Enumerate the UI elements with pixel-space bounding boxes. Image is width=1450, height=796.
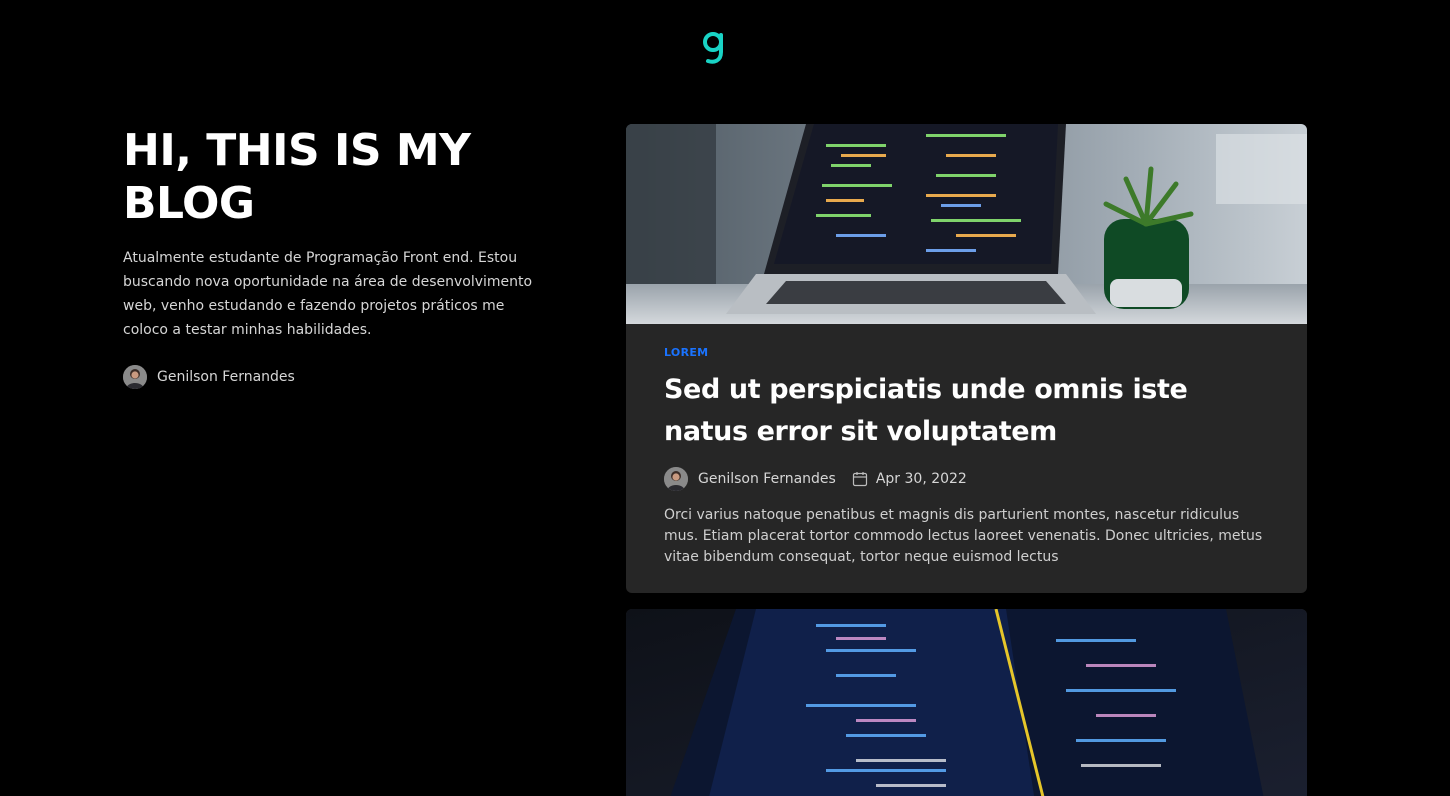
post-card-body: LOREM Sed ut perspiciatis unde omnis ist… (626, 324, 1307, 568)
intro-description: Atualmente estudante de Programação Fron… (123, 250, 533, 338)
intro-author[interactable]: Genilson Fernandes (123, 365, 553, 389)
post-cover-image[interactable] (626, 124, 1307, 324)
post-cover-image[interactable] (626, 609, 1307, 796)
page-title: HI, THIS IS MY BLOG (123, 125, 471, 229)
blog-page: HI, THIS IS MY BLOG Atualmente estudante… (0, 0, 1450, 796)
author-name: Genilson Fernandes (157, 369, 295, 385)
avatar (123, 365, 147, 389)
post-excerpt: Orci varius natoque penatibus et magnis … (664, 507, 1263, 565)
post-card[interactable]: LOREM Sed ut perspiciatis unde omnis ist… (626, 124, 1307, 593)
g-logo-icon[interactable] (699, 30, 729, 66)
post-author[interactable]: Genilson Fernandes (698, 471, 836, 487)
avatar (664, 467, 688, 491)
post-category[interactable]: LOREM (664, 346, 1269, 359)
post-meta: Genilson Fernandes Apr 30, 2022 (664, 467, 1269, 491)
calendar-icon (852, 472, 867, 487)
intro-section: HI, THIS IS MY BLOG Atualmente estudante… (123, 124, 553, 389)
post-title[interactable]: Sed ut perspiciatis unde omnis iste natu… (664, 369, 1269, 453)
post-card[interactable] (626, 609, 1307, 796)
post-date: Apr 30, 2022 (875, 471, 967, 487)
